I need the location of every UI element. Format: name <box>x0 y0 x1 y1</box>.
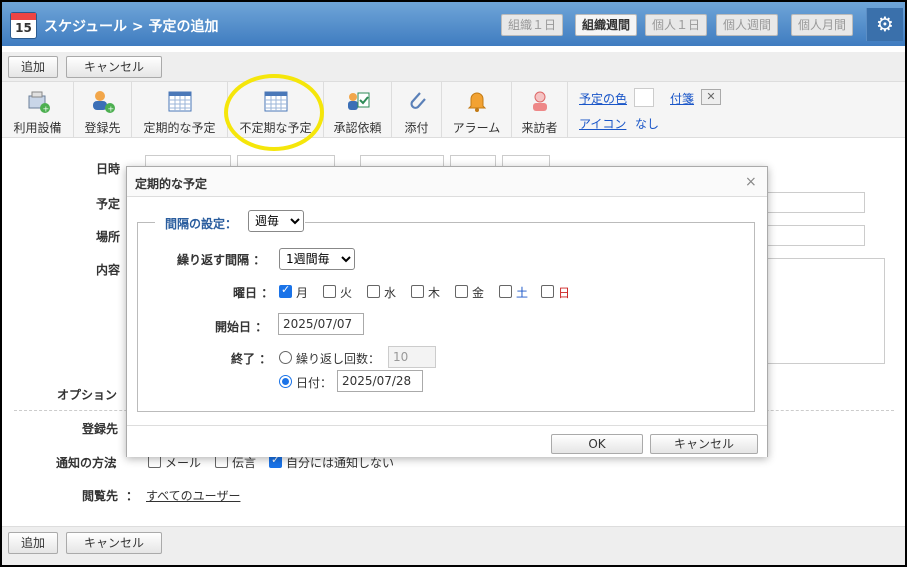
schedule-add-page: 15 スケジュール > 予定の追加 組織１日 組織週間 個人１日 個人週間 個人… <box>0 0 907 567</box>
weekday-sun-label: 日 <box>558 286 571 300</box>
approval-icon <box>347 92 369 110</box>
tool-registrant[interactable]: + 登録先 <box>74 82 132 138</box>
view-org-day-button[interactable]: 組織１日 <box>501 14 564 36</box>
dialog-cancel-button[interactable]: キャンセル <box>650 434 758 454</box>
view-personal-month-button[interactable]: 個人月間 <box>791 14 854 36</box>
schedule-title-field[interactable] <box>767 192 865 213</box>
weekday-fri-checkbox[interactable] <box>455 285 468 298</box>
tool-alarm-label: アラーム <box>452 121 501 135</box>
bell-icon <box>467 92 486 112</box>
option-label: オプション <box>57 388 118 402</box>
svg-text:+: + <box>42 105 49 114</box>
gear-icon[interactable]: ⚙ <box>866 8 903 41</box>
tool-registrant-label: 登録先 <box>84 121 121 135</box>
add-button[interactable]: 追加 <box>8 56 58 78</box>
tool-visitor[interactable]: 来訪者 <box>512 82 568 138</box>
tool-approval-request[interactable]: 承認依頼 <box>324 82 392 138</box>
end-label: 終了 ： <box>231 352 272 366</box>
calendar-icon: 15 <box>10 12 37 39</box>
tool-visitor-label: 来訪者 <box>521 121 558 135</box>
viewer-colon: ： <box>126 489 139 503</box>
weekday-fri-label: 金 <box>472 286 485 300</box>
weekday-sat-checkbox[interactable] <box>499 285 512 298</box>
notify-method-label: 通知の方法 <box>56 456 117 470</box>
weekday-mon-label: 月 <box>296 286 309 300</box>
weekday-wed-checkbox[interactable] <box>367 285 380 298</box>
view-org-week-button[interactable]: 組織週間 <box>575 14 638 36</box>
end-count-label: 繰り返し回数： <box>296 352 381 366</box>
weekday-label: 曜日 ： <box>233 286 274 300</box>
weekday-tue-checkbox[interactable] <box>323 285 336 298</box>
calendar-grid-icon <box>168 91 191 112</box>
repeat-interval-select[interactable]: 1週間毎 <box>279 248 355 270</box>
weekday-sun-checkbox[interactable] <box>541 285 554 298</box>
end-count-radio[interactable] <box>279 351 292 364</box>
tool-alarm[interactable]: アラーム <box>442 82 512 138</box>
color-swatch[interactable] <box>634 88 654 107</box>
cancel-button-bottom[interactable]: キャンセル <box>66 532 162 554</box>
end-date-label: 日付： <box>296 376 333 390</box>
page-title: スケジュール > 予定の追加 <box>44 19 219 35</box>
ok-button[interactable]: OK <box>551 434 643 454</box>
tool-facility[interactable]: + 利用設備 <box>2 82 74 138</box>
tool-attachment[interactable]: 添付 <box>392 82 442 138</box>
start-date-input[interactable]: 2025/07/07 <box>278 313 364 335</box>
schedule-color-link[interactable]: 予定の色 <box>579 90 627 107</box>
view-personal-day-button[interactable]: 個人１日 <box>645 14 708 36</box>
tool-attachment-label: 添付 <box>404 121 429 135</box>
place-field[interactable] <box>767 225 865 246</box>
viewer-link[interactable]: すべてのユーザー <box>146 487 240 504</box>
weekday-mon-checkbox[interactable] <box>279 283 292 298</box>
end-date-radio[interactable] <box>279 375 292 388</box>
icon-value: なし <box>635 117 660 131</box>
bottom-action-bar: 追加 キャンセル <box>2 526 905 565</box>
app-header: 15 スケジュール > 予定の追加 組織１日 組織週間 個人１日 個人週間 個人… <box>2 2 905 46</box>
repeat-interval-label: 繰り返す間隔 ： <box>177 253 266 267</box>
visitor-icon <box>532 91 547 111</box>
weekday-tue-label: 火 <box>340 286 353 300</box>
toolbar: + 利用設備 + 登録先 定期的な予定 不定期な予定 承認依頼 添付 アラーム <box>2 82 905 138</box>
notify-colon: ： <box>112 456 125 470</box>
schedule-label: 予定 <box>96 197 121 211</box>
dialog-footer: OK キャンセル <box>127 425 767 457</box>
tool-approval-label: 承認依頼 <box>333 121 382 135</box>
weekday-thu-label: 木 <box>428 286 441 300</box>
dialog-header: 定期的な予定 × <box>127 167 767 197</box>
facility-icon: + <box>28 91 50 114</box>
place-label: 場所 <box>96 230 121 244</box>
sticky-link[interactable]: 付箋 <box>670 90 694 107</box>
recurring-schedule-dialog: 定期的な予定 × 間隔の設定： 週毎 繰り返す間隔 ： 1週間毎 曜日 ： 月 … <box>126 166 768 457</box>
datetime-label: 日時 <box>96 162 121 176</box>
interval-setting-label: 間隔の設定： <box>165 217 238 231</box>
icon-link[interactable]: アイコン <box>579 115 626 132</box>
content-label: 内容 <box>96 263 121 277</box>
weekday-wed-label: 水 <box>384 286 397 300</box>
dialog-title: 定期的な予定 <box>135 177 208 191</box>
highlight-circle <box>224 74 324 151</box>
end-date-input[interactable]: 2025/07/28 <box>337 370 423 392</box>
svg-text:+: + <box>107 105 114 114</box>
paperclip-icon <box>409 92 426 109</box>
cancel-button[interactable]: キャンセル <box>66 56 162 78</box>
tool-facility-label: 利用設備 <box>13 121 62 135</box>
interval-type-select[interactable]: 週毎 <box>248 210 304 232</box>
end-count-input[interactable]: 10 <box>388 346 436 368</box>
registrant-label: 登録先 <box>82 422 119 436</box>
calendar-day: 15 <box>15 21 32 35</box>
view-personal-week-button[interactable]: 個人週間 <box>716 14 779 36</box>
viewer-label: 閲覧先 <box>82 489 119 503</box>
weekday-sat-label: 土 <box>516 286 529 300</box>
tool-regular-schedule[interactable]: 定期的な予定 <box>132 82 228 138</box>
close-icon[interactable]: × <box>745 174 757 190</box>
content-textarea[interactable] <box>767 258 885 364</box>
clear-icon[interactable]: ✕ <box>701 89 721 105</box>
add-button-bottom[interactable]: 追加 <box>8 532 58 554</box>
top-action-bar: 追加 キャンセル <box>2 52 905 82</box>
start-date-label: 開始日 ： <box>215 320 268 334</box>
weekday-thu-checkbox[interactable] <box>411 285 424 298</box>
interval-legend: 間隔の設定： 週毎 <box>155 210 305 234</box>
tool-regular-schedule-label: 定期的な予定 <box>143 121 216 135</box>
user-add-icon: + <box>92 91 115 114</box>
